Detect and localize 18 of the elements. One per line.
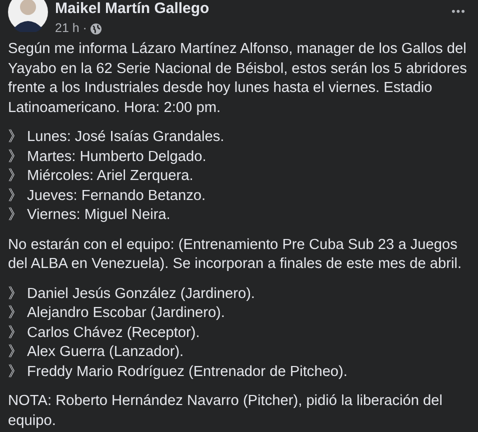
list-item: 》 Carlos Chávez (Receptor). bbox=[8, 324, 201, 342]
list-item: 》 Viernes: Miguel Neira. bbox=[8, 206, 172, 225]
globe-icon bbox=[90, 22, 102, 35]
list-item: 》 Miércoles: Ariel Zerquera. bbox=[8, 167, 194, 186]
list-item: 》 Lunes: José Isaías Grandales. bbox=[8, 128, 226, 147]
post-paragraph: No estarán con el equipo: (Entrenamiento Pre Cuba Sub 23 a Juegos del ALBA en Venezuela). Se incorporan a finales de este mes de abril. bbox=[8, 236, 463, 274]
list-item: 》 Freddy Mario Rodríguez (Entrenador de Pitcheo). bbox=[8, 362, 348, 382]
list-item: 》 Martes: Humberto Delgado. bbox=[8, 148, 208, 166]
post-paragraph: Según me informa Lázaro Martínez Alfonso, manager de los Gallos del Yayabo en la 62 Serie Nacional de Béisbol, estos serán los 5 abridores frente a los Industriales desde hoy lunes hasta el viernes. Estadio Latinoamericano. Hora: 2:00 pm. bbox=[8, 40, 468, 118]
more-options-button[interactable]: ••• bbox=[447, 6, 470, 18]
author-name[interactable]: Maikel Martín Gallego bbox=[55, 0, 440, 18]
list-item: 》 Alejandro Escobar (Jardinero). bbox=[8, 304, 226, 323]
list-item: 》 Alex Guerra (Lanzador). bbox=[8, 343, 185, 362]
post-time[interactable]: 21 h · bbox=[55, 19, 87, 38]
list-item: 》 Jueves: Fernando Betanzo. bbox=[8, 186, 207, 206]
post-paragraph: NOTA: Roberto Hernández Navarro (Pitcher), pidió la liberación del equipo. bbox=[8, 392, 444, 430]
list-item: 》 Daniel Jesús González (Jardinero). bbox=[8, 284, 256, 304]
avatar-silhouette-icon[interactable] bbox=[8, 0, 48, 32]
